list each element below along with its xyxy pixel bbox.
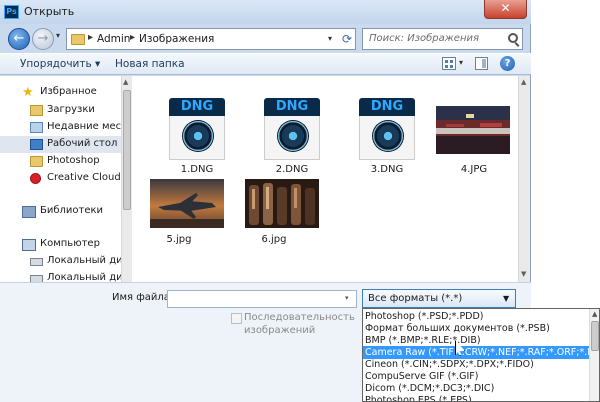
- image-sequence-checkbox[interactable]: [231, 313, 242, 324]
- breadcrumb-separator[interactable]: ▸: [88, 32, 93, 43]
- file-list-scrollbar[interactable]: ▲ ▼: [518, 76, 530, 282]
- recent-locations-dropdown[interactable]: ▾: [56, 31, 60, 40]
- search-icon[interactable]: [508, 33, 518, 43]
- file-item[interactable]: DNG 1.DNG: [152, 84, 242, 175]
- breadcrumb-images[interactable]: Изображения: [139, 33, 214, 45]
- nav-label: Недавние места: [47, 121, 121, 132]
- stadium-photo-thumbnail: [436, 106, 510, 154]
- nav-favorites[interactable]: ★ Избранное: [0, 84, 121, 101]
- change-view-icon[interactable]: [442, 57, 456, 70]
- title-bar: Ps Открыть ✕: [0, 0, 531, 24]
- address-bar[interactable]: ▸ Admin ▸ Изображения: [66, 28, 356, 50]
- help-button[interactable]: ?: [500, 56, 515, 71]
- scroll-up-arrow-icon[interactable]: ▲: [521, 78, 526, 86]
- nav-item-local-disk[interactable]: Локальный диск: [0, 270, 121, 282]
- computer-icon: [22, 239, 36, 251]
- scrollbar-thumb[interactable]: [123, 90, 131, 210]
- refresh-icon[interactable]: ⟳: [338, 28, 356, 50]
- scrollbar-thumb[interactable]: [591, 321, 599, 351]
- search-box[interactable]: Поиск: Изображения: [362, 28, 523, 50]
- label-line: Последовательность: [244, 312, 355, 323]
- file-format-dropdown-list: Photoshop (*.PSD;*.PDD) Формат больших д…: [362, 308, 600, 402]
- nav-label: Локальный диск: [47, 255, 121, 266]
- nav-label: Загрузки: [47, 104, 95, 115]
- nav-item-downloads[interactable]: Загрузки: [0, 102, 121, 119]
- recent-places-icon: [30, 122, 43, 133]
- scroll-down-arrow-icon[interactable]: ▼: [521, 270, 526, 278]
- nav-item-local-disk[interactable]: Локальный диск: [0, 253, 121, 270]
- preview-pane-icon[interactable]: [475, 57, 488, 70]
- bottles-photo-thumbnail: [245, 179, 319, 228]
- file-name: 3.DNG: [370, 164, 404, 175]
- scroll-up-arrow-icon[interactable]: ▲: [592, 310, 597, 318]
- desktop-icon: [30, 139, 43, 150]
- star-icon: ★: [22, 85, 34, 100]
- photoshop-app-icon: Ps: [4, 5, 19, 19]
- nav-label: Избранное: [40, 86, 97, 97]
- format-selected-value: Все форматы (*.*): [368, 293, 463, 304]
- nav-label: Локальный диск: [47, 272, 121, 282]
- forward-button[interactable]: →: [32, 28, 54, 50]
- dng-file-icon: DNG: [169, 98, 225, 116]
- chevron-down-icon[interactable]: ▼: [503, 294, 509, 303]
- nav-item-creative-cloud[interactable]: Creative Cloud Files: [0, 170, 121, 187]
- file-name: 5.jpg: [166, 234, 192, 245]
- file-name: 4.JPG: [460, 164, 488, 175]
- nav-label: Рабочий стол: [47, 138, 118, 149]
- file-item[interactable]: 4.JPG: [429, 84, 519, 175]
- dropdown-scrollbar[interactable]: ▲: [589, 309, 599, 401]
- hard-disk-icon: [30, 275, 43, 282]
- camera-raw-icon: [169, 116, 225, 160]
- view-options-dropdown[interactable]: ▾: [459, 58, 463, 67]
- file-name: 2.DNG: [275, 164, 309, 175]
- breadcrumb-separator[interactable]: ▸: [130, 32, 135, 43]
- organize-button[interactable]: Упорядочить ▾: [20, 58, 100, 70]
- camera-raw-icon: [264, 116, 320, 160]
- nav-item-recent-places[interactable]: Недавние места: [0, 119, 121, 136]
- file-name: 6.jpg: [261, 234, 287, 245]
- nav-label: Компьютер: [40, 238, 100, 249]
- filename-input[interactable]: [167, 290, 357, 308]
- libraries-icon: [22, 206, 36, 218]
- close-button[interactable]: ✕: [484, 0, 527, 19]
- nav-label: Creative Cloud Files: [47, 172, 121, 183]
- filename-label: Имя файла:: [112, 292, 174, 303]
- dialog-title: Открыть: [24, 5, 75, 18]
- nav-item-photoshop[interactable]: Photoshop: [0, 153, 121, 170]
- scroll-up-arrow-icon[interactable]: ▲: [123, 78, 128, 86]
- search-placeholder[interactable]: Поиск: Изображения: [369, 33, 479, 44]
- file-list: DNG 1.DNG DNG 2.DNG DNG 3.DNG 4.JPG 5.jp…: [132, 76, 518, 282]
- format-option[interactable]: Photoshop EPS (*.EPS): [363, 394, 589, 401]
- new-folder-button[interactable]: Новая папка: [115, 58, 185, 70]
- creative-cloud-icon: [30, 173, 41, 184]
- dng-file-icon: DNG: [359, 98, 415, 116]
- navigation-pane: ★ Избранное Загрузки Недавние места Рабо…: [0, 76, 131, 282]
- address-history-dropdown[interactable]: ▾: [323, 28, 337, 50]
- jet-photo-thumbnail: [150, 179, 224, 228]
- hard-disk-icon: [30, 258, 43, 266]
- folder-icon: [30, 156, 43, 167]
- dng-file-icon: DNG: [264, 98, 320, 116]
- file-item[interactable]: DNG 2.DNG: [247, 84, 337, 175]
- camera-raw-icon: [359, 116, 415, 160]
- folder-icon: [71, 34, 85, 45]
- file-item[interactable]: DNG 3.DNG: [342, 84, 432, 175]
- filename-history-dropdown[interactable]: ▾: [345, 294, 349, 302]
- nav-item-desktop[interactable]: Рабочий стол: [0, 136, 121, 153]
- nav-label: Библиотеки: [40, 205, 104, 216]
- breadcrumb-admin[interactable]: Admin: [97, 33, 130, 45]
- back-button[interactable]: ←: [8, 28, 30, 50]
- file-name: 1.DNG: [180, 164, 214, 175]
- nav-computer[interactable]: Компьютер: [0, 236, 121, 253]
- file-item[interactable]: 6.jpg: [227, 179, 319, 269]
- nav-scrollbar[interactable]: ▲: [121, 76, 132, 282]
- downloads-folder-icon: [30, 105, 43, 116]
- label-line: изображений: [244, 325, 316, 336]
- image-sequence-label: Последовательность изображений: [244, 311, 355, 337]
- nav-label: Photoshop: [47, 155, 100, 166]
- nav-libraries[interactable]: Библиотеки: [0, 203, 121, 220]
- file-format-select[interactable]: Все форматы (*.*) ▼: [362, 289, 516, 308]
- file-item[interactable]: 5.jpg: [132, 179, 224, 269]
